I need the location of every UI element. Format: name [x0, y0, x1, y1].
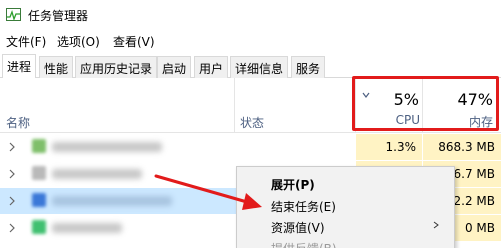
tab-users[interactable]: 用户	[194, 56, 229, 78]
cpu-cell: 1.3%	[356, 134, 422, 160]
task-manager-icon	[6, 8, 21, 21]
process-name-redacted	[52, 142, 162, 152]
submenu-arrow-icon	[433, 221, 439, 229]
menu-item-feedback: 提供反馈(B)	[271, 240, 337, 248]
menu-item-expand[interactable]: 展开(P)	[271, 176, 315, 193]
process-name-redacted	[52, 223, 122, 233]
menu-view[interactable]: 查看(V)	[110, 32, 158, 51]
memory-cell: 868.3 MB	[423, 134, 501, 160]
column-name[interactable]: 名称	[6, 114, 30, 131]
context-menu: 展开(P) 结束任务(E) 资源值(V) 提供反馈(B)	[236, 166, 455, 248]
menu-item-resource-values[interactable]: 资源值(V)	[271, 219, 325, 236]
table-row[interactable]: 1.3% 868.3 MB	[0, 134, 501, 160]
tab-app-history[interactable]: 应用历史记录	[75, 56, 158, 78]
tab-details[interactable]: 详细信息	[230, 56, 289, 78]
process-name-cell	[0, 134, 355, 160]
cpu-value: 1.3%	[385, 140, 417, 154]
column-divider[interactable]	[234, 78, 235, 133]
process-name-redacted	[52, 196, 172, 206]
process-icon	[32, 139, 46, 153]
menu-item-end-task[interactable]: 结束任务(E)	[271, 198, 336, 215]
process-icon	[32, 166, 46, 180]
expand-arrow-icon[interactable]	[8, 196, 16, 206]
process-icon	[32, 220, 46, 234]
menu-options[interactable]: 选项(O)	[54, 32, 103, 51]
memory-value: 0 MB	[464, 221, 495, 235]
memory-value: 2.2 MB	[453, 194, 495, 208]
menu-file[interactable]: 文件(F)	[3, 32, 49, 51]
column-status[interactable]: 状态	[240, 114, 264, 131]
expand-arrow-icon[interactable]	[8, 142, 16, 152]
tab-processes[interactable]: 进程	[2, 54, 37, 79]
cpu-memory-highlight	[352, 76, 499, 131]
expand-arrow-icon[interactable]	[8, 169, 16, 179]
process-icon	[32, 193, 46, 207]
memory-value: 6.7 MB	[453, 167, 495, 181]
menu-bar: 文件(F) 选项(O) 查看(V)	[0, 30, 501, 52]
expand-arrow-icon[interactable]	[8, 223, 16, 233]
tab-startup[interactable]: 启动	[157, 56, 192, 78]
tab-services[interactable]: 服务	[291, 56, 326, 78]
window-title: 任务管理器	[28, 9, 89, 23]
title-bar: 任务管理器	[0, 0, 501, 30]
tab-bar: 进程 性能 应用历史记录 启动 用户 详细信息 服务	[0, 53, 501, 79]
tab-performance[interactable]: 性能	[39, 56, 74, 78]
process-name-redacted	[52, 169, 142, 179]
memory-value: 868.3 MB	[438, 140, 495, 154]
